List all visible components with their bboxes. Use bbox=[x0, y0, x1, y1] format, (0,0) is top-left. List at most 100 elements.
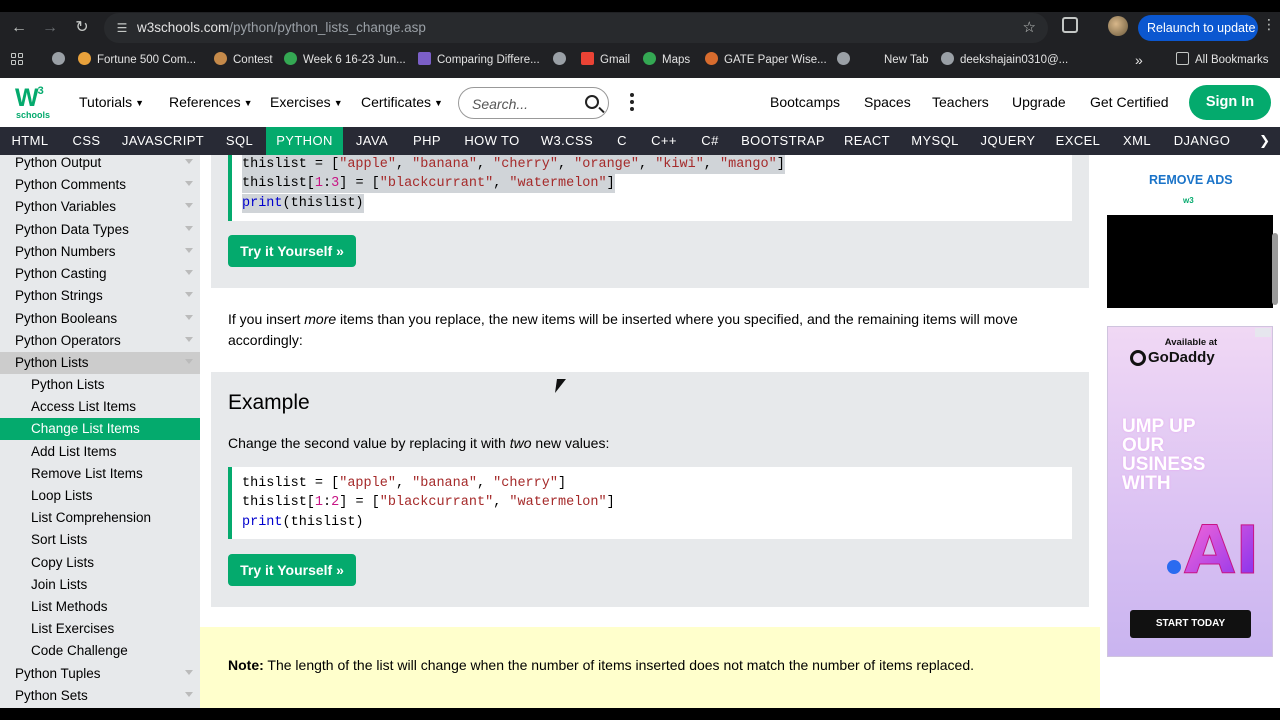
sidebar-subitem-list-methods[interactable]: List Methods bbox=[0, 596, 200, 618]
sidebar-item-python-operators[interactable]: Python Operators bbox=[0, 330, 200, 352]
more-options-icon[interactable] bbox=[630, 93, 636, 113]
sidebar-item-python-variables[interactable]: Python Variables bbox=[0, 196, 200, 218]
bookmark-item[interactable]: Gmail bbox=[581, 51, 630, 69]
lang-jquery[interactable]: JQUERY bbox=[969, 127, 1047, 155]
get-certified-link[interactable]: Get Certified bbox=[1090, 94, 1169, 110]
code-block-1[interactable]: thislist = ["apple", "banana", "cherry",… bbox=[228, 155, 1072, 221]
start-today-button[interactable]: START TODAY bbox=[1130, 610, 1251, 638]
sidebar-item-python-numbers[interactable]: Python Numbers bbox=[0, 241, 200, 263]
teachers-link[interactable]: Teachers bbox=[932, 94, 989, 110]
bookmark-item[interactable]: Fortune 500 Com... bbox=[78, 51, 196, 69]
exercises-menu[interactable]: Exercises ▼ bbox=[270, 94, 343, 110]
reload-icon[interactable]: ↻ bbox=[71, 17, 93, 39]
video-ad[interactable] bbox=[1107, 215, 1273, 308]
sidebar-subitem-list-exercises[interactable]: List Exercises bbox=[0, 618, 200, 640]
bookmarks-bar: Fortune 500 Com... Contest Week 6 16-23 … bbox=[0, 46, 1280, 74]
bookmark-item[interactable]: Maps bbox=[643, 51, 690, 69]
sidebar-subitem-remove-list-items[interactable]: Remove List Items bbox=[0, 463, 200, 485]
sidebar-item-python-casting[interactable]: Python Casting bbox=[0, 263, 200, 285]
bookmark-item[interactable]: New Tab bbox=[884, 51, 929, 69]
site-settings-icon[interactable]: ☰ bbox=[114, 20, 130, 36]
bookmark-item[interactable]: Week 6 16-23 Jun... bbox=[284, 51, 406, 69]
sidebar-subitem-sort-lists[interactable]: Sort Lists bbox=[0, 529, 200, 551]
sidebar-subitem-code-challenge[interactable]: Code Challenge bbox=[0, 640, 200, 662]
sidebar-item-python-strings[interactable]: Python Strings bbox=[0, 285, 200, 307]
lang-mysql[interactable]: MYSQL bbox=[901, 127, 969, 155]
upgrade-link[interactable]: Upgrade bbox=[1012, 94, 1066, 110]
lang-php[interactable]: PHP bbox=[401, 127, 453, 155]
godaddy-ad-banner[interactable]: Available at GoDaddy UMP UP OUR USINESS … bbox=[1107, 326, 1273, 657]
bookmark-globe-icon[interactable] bbox=[52, 51, 71, 69]
bookmark-item[interactable]: Contest bbox=[214, 51, 273, 69]
bookmark-item[interactable] bbox=[553, 51, 572, 69]
ad-headline: UMP UP OUR USINESS WITH bbox=[1122, 416, 1206, 494]
spaces-link[interactable]: Spaces bbox=[864, 94, 911, 110]
sidebar-subitem-add-list-items[interactable]: Add List Items bbox=[0, 441, 200, 463]
sidebar-subitem-change-list-items[interactable]: Change List Items bbox=[0, 418, 200, 440]
search-icon[interactable] bbox=[585, 95, 599, 109]
sidebar-item-python-lists[interactable]: Python Lists bbox=[0, 352, 200, 374]
bookmark-item[interactable]: Comparing Differe... bbox=[418, 51, 540, 69]
lang-how-to[interactable]: HOW TO bbox=[453, 127, 531, 155]
lang-csharp[interactable]: C# bbox=[687, 127, 733, 155]
lang-c[interactable]: C bbox=[603, 127, 641, 155]
remove-ads-link[interactable]: REMOVE ADS bbox=[1149, 173, 1233, 187]
try-it-yourself-button[interactable]: Try it Yourself » bbox=[228, 235, 356, 267]
sidebar-subitem-join-lists[interactable]: Join Lists bbox=[0, 574, 200, 596]
lang-react[interactable]: REACT bbox=[833, 127, 901, 155]
bookmark-item[interactable]: deekshajain0310@... bbox=[941, 51, 1068, 69]
lang-django[interactable]: DJANGO bbox=[1165, 127, 1239, 155]
sidebar-item-python-tuples[interactable]: Python Tuples bbox=[0, 663, 200, 685]
bookmark-item[interactable]: GATE Paper Wise... bbox=[705, 51, 827, 69]
browser-chrome: ← → ↻ ☰ w3schools.com/python/python_list… bbox=[0, 0, 1280, 78]
ad-info-icon[interactable] bbox=[1255, 328, 1271, 337]
sidebar-item-python-output[interactable]: Python Output bbox=[0, 155, 200, 174]
page-scrollbar[interactable] bbox=[1272, 233, 1278, 305]
sidebar-item-python-booleans[interactable]: Python Booleans bbox=[0, 308, 200, 330]
sidebar-subitem-python-lists[interactable]: Python Lists bbox=[0, 374, 200, 396]
bookmark-item[interactable] bbox=[837, 51, 856, 69]
w3schools-logo[interactable]: W3 schools bbox=[15, 84, 51, 122]
lang-html[interactable]: HTML bbox=[0, 127, 60, 155]
bootcamps-link[interactable]: Bootcamps bbox=[770, 94, 840, 110]
lang-python[interactable]: PYTHON bbox=[266, 127, 343, 155]
lang-xml[interactable]: XML bbox=[1109, 127, 1165, 155]
sidebar-subitem-loop-lists[interactable]: Loop Lists bbox=[0, 485, 200, 507]
lang-excel[interactable]: EXCEL bbox=[1047, 127, 1109, 155]
bookmark-label: deekshajain0310@... bbox=[960, 54, 1069, 66]
sidebar-subitem-copy-lists[interactable]: Copy Lists bbox=[0, 552, 200, 574]
chevron-right-icon[interactable]: ❯ bbox=[1259, 133, 1270, 149]
lang-javascript[interactable]: JAVASCRIPT bbox=[113, 127, 213, 155]
sidebar-subitem-list-comprehension[interactable]: List Comprehension bbox=[0, 507, 200, 529]
sidebar-item-python-sets[interactable]: Python Sets bbox=[0, 685, 200, 707]
sign-in-button[interactable]: Sign In bbox=[1189, 85, 1271, 120]
address-bar[interactable]: ☰ w3schools.com/python/python_lists_chan… bbox=[104, 13, 1048, 43]
bookmark-favicon-icon bbox=[553, 52, 566, 65]
bookmark-star-icon[interactable]: ☆ bbox=[1023, 18, 1036, 36]
emphasis-more: more bbox=[304, 311, 337, 327]
relaunch-to-update-button[interactable]: Relaunch to update bbox=[1138, 15, 1258, 41]
lang-bootstrap[interactable]: BOOTSTRAP bbox=[733, 127, 833, 155]
profile-avatar[interactable] bbox=[1108, 16, 1128, 36]
sidebar-item-python-comments[interactable]: Python Comments bbox=[0, 174, 200, 196]
bookmarks-overflow-icon[interactable]: » bbox=[1135, 51, 1143, 69]
lang-sql[interactable]: SQL bbox=[213, 127, 266, 155]
sidebar-subitem-access-list-items[interactable]: Access List Items bbox=[0, 396, 200, 418]
sidebar-item-python-data-types[interactable]: Python Data Types bbox=[0, 219, 200, 241]
references-menu[interactable]: References ▼ bbox=[169, 94, 253, 110]
back-arrow-icon[interactable]: ← bbox=[8, 17, 30, 39]
tutorials-menu[interactable]: Tutorials ▼ bbox=[79, 94, 144, 110]
forward-arrow-icon[interactable]: → bbox=[39, 17, 61, 39]
search-input[interactable] bbox=[472, 94, 572, 114]
lang-w3css[interactable]: W3.CSS bbox=[531, 127, 603, 155]
certificates-menu[interactable]: Certificates ▼ bbox=[361, 94, 443, 110]
lang-java[interactable]: JAVA bbox=[343, 127, 401, 155]
browser-menu-icon[interactable]: ⋮ bbox=[1262, 16, 1276, 33]
url-text[interactable]: w3schools.com/python/python_lists_change… bbox=[137, 20, 426, 35]
lang-cpp[interactable]: C++ bbox=[641, 127, 687, 155]
lang-css[interactable]: CSS bbox=[60, 127, 113, 155]
all-bookmarks-item[interactable]: All Bookmarks bbox=[1176, 51, 1269, 69]
extensions-puzzle-icon[interactable] bbox=[1062, 17, 1078, 33]
code-block-2[interactable]: thislist = ["apple", "banana", "cherry"]… bbox=[228, 467, 1072, 539]
try-it-yourself-button[interactable]: Try it Yourself » bbox=[228, 554, 356, 586]
